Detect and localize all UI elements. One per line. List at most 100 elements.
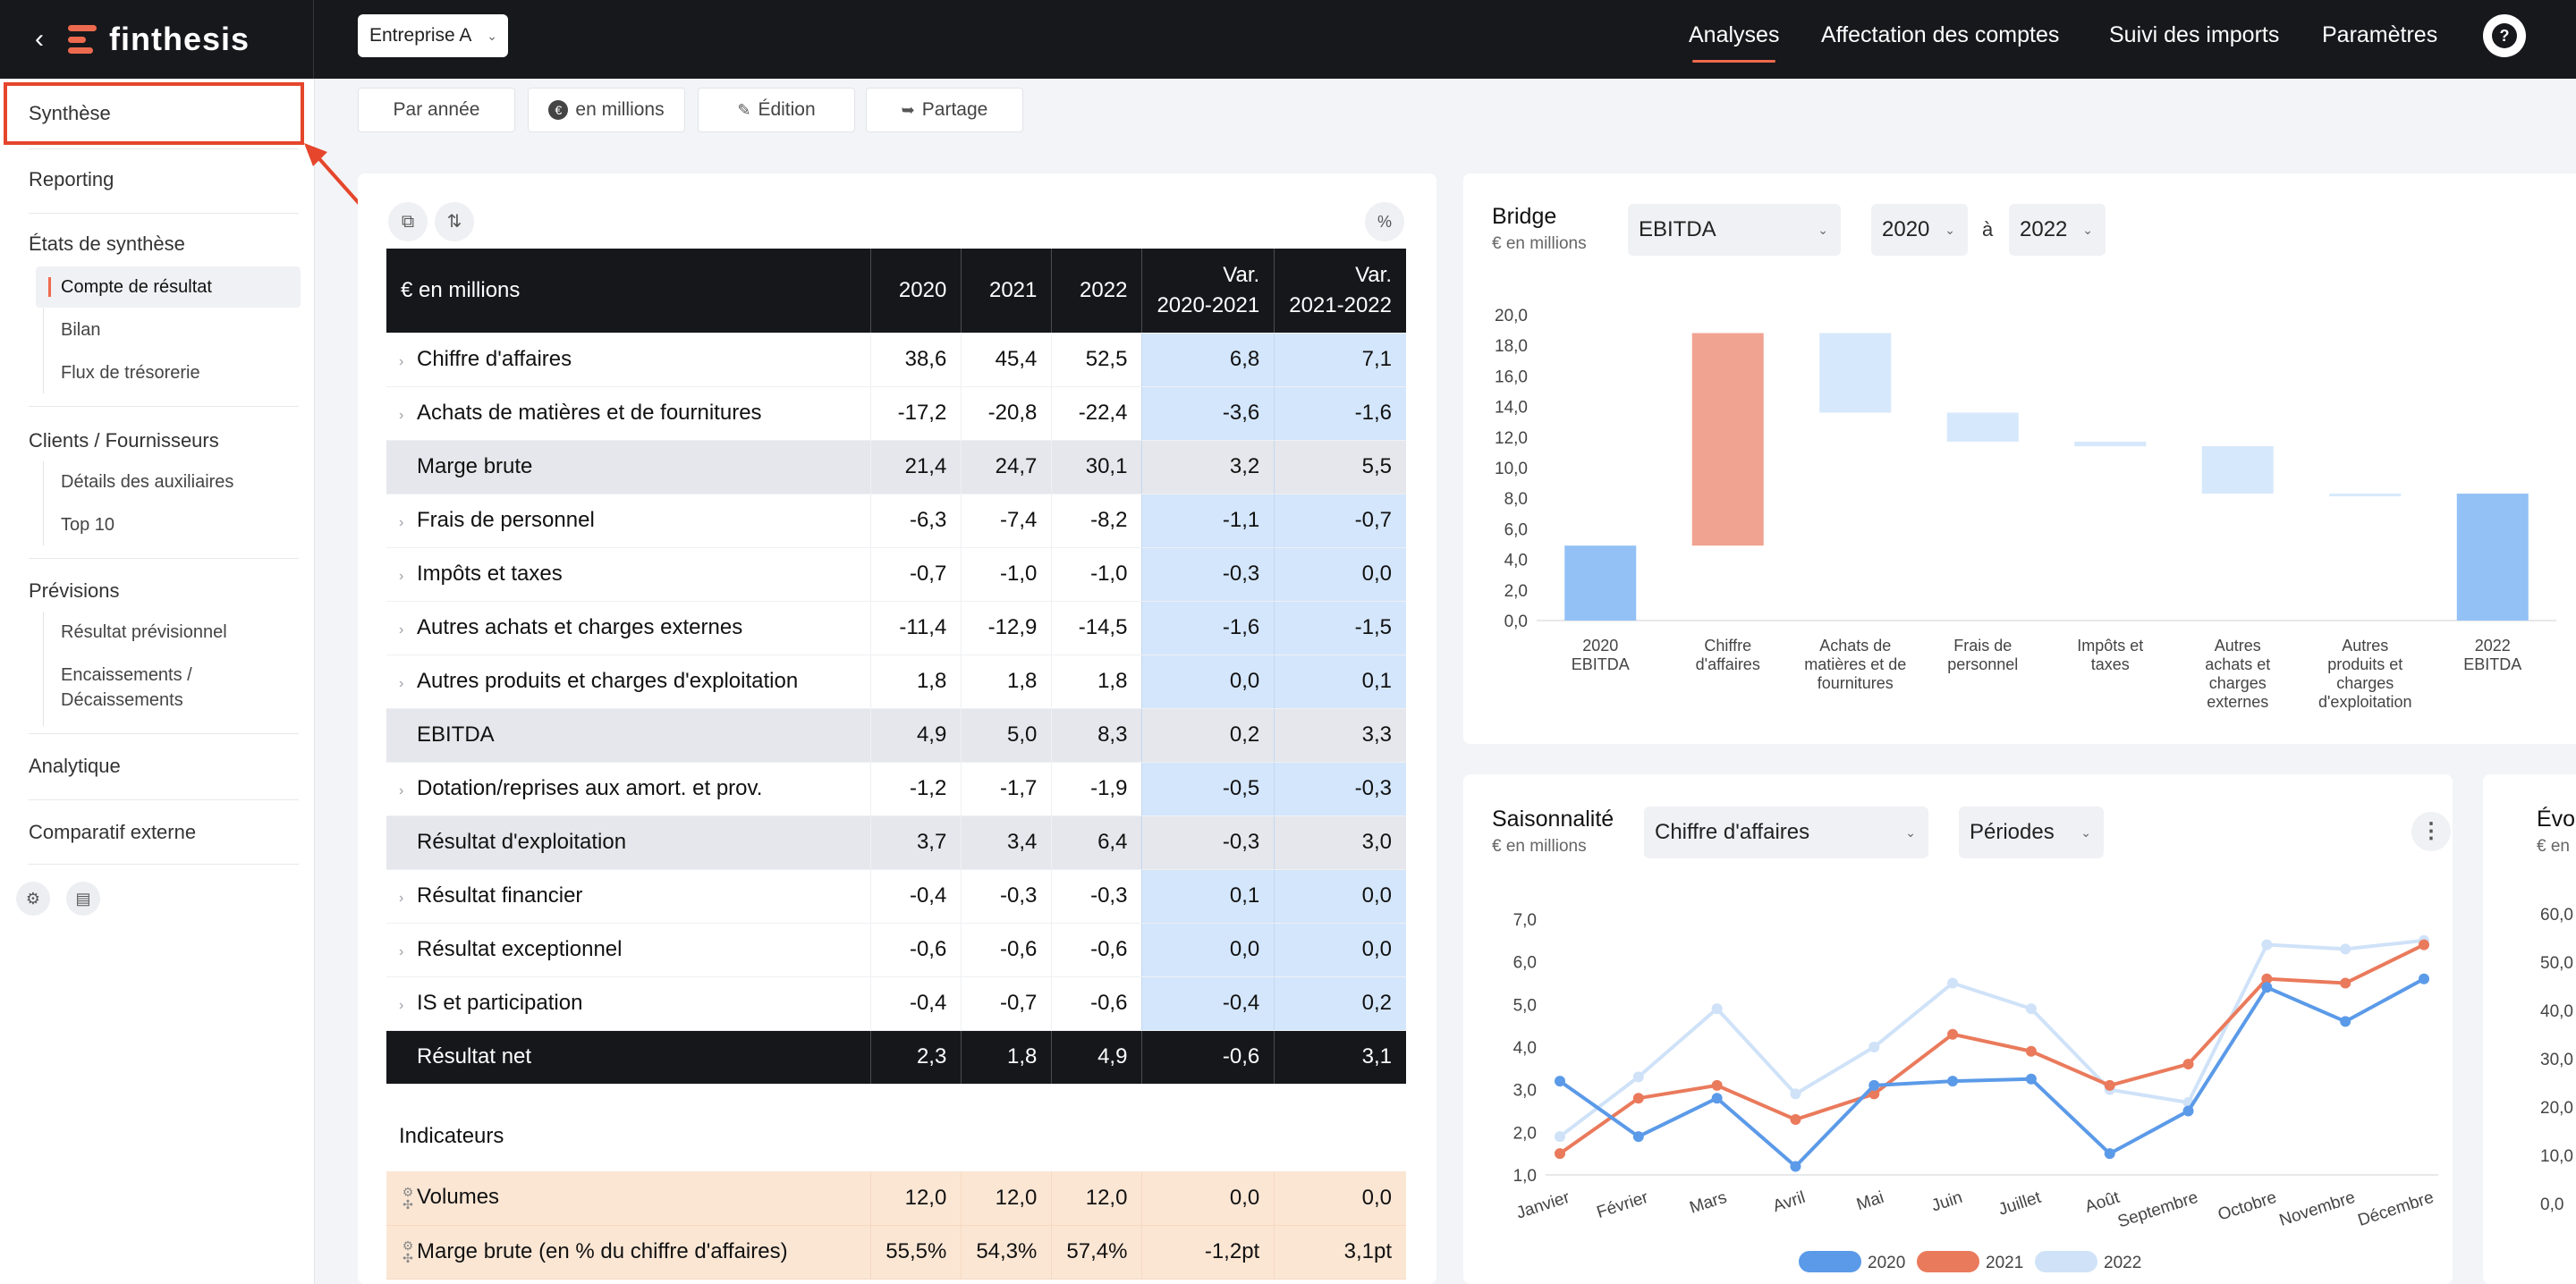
table-row[interactable]: › Impôts et taxes -0,7 -1,0 -1,0 -0,3 0,0 (386, 547, 1406, 602)
table-row[interactable]: › Résultat financier -0,4 -0,3 -0,3 0,1 0,0 (386, 869, 1406, 924)
data-point[interactable] (1790, 1114, 1801, 1126)
sidebar-item-compte-resultat[interactable]: Compte de résultat (61, 277, 212, 298)
sort-icon[interactable]: ⇅ (435, 202, 474, 241)
bridge-from-select[interactable]: 2020 ⌄ (1871, 204, 1968, 256)
expand-chevron-icon[interactable]: › (399, 783, 417, 799)
en-millions-button[interactable]: € en millions (528, 88, 685, 132)
sidebar-section-etats[interactable]: États de synthèse (29, 232, 185, 256)
expand-chevron-icon[interactable]: › (399, 408, 417, 424)
data-point[interactable] (2261, 939, 2273, 950)
sidebar-item-top10[interactable]: Top 10 (61, 515, 114, 536)
data-point[interactable] (1632, 1071, 1644, 1083)
bridge-metric-select[interactable]: EBITDA ⌄ (1628, 204, 1841, 256)
expand-chevron-icon[interactable]: › (399, 676, 417, 692)
sidebar-section-clients[interactable]: Clients / Fournisseurs (29, 429, 219, 452)
copy-icon[interactable]: ⧉ (388, 202, 428, 241)
data-point[interactable] (2340, 1016, 2351, 1027)
data-point[interactable] (2104, 1079, 2115, 1091)
data-point[interactable] (1947, 1028, 1959, 1040)
bridge-bar[interactable] (1819, 333, 1892, 413)
expand-chevron-icon[interactable]: › (399, 944, 417, 960)
par-annee-button[interactable]: Par année (358, 88, 515, 132)
sidebar-item-comparatif[interactable]: Comparatif externe (29, 821, 196, 844)
help-button[interactable]: ? (2483, 14, 2526, 57)
data-point[interactable] (1947, 977, 1959, 989)
seasonality-period-select[interactable]: Périodes ⌄ (1959, 807, 2104, 858)
table-row[interactable]: › Chiffre d'affaires 38,6 45,4 52,5 6,8 7,1 (386, 333, 1406, 387)
drag-gear-icon[interactable]: ⚙ ✣ (399, 1186, 417, 1211)
edition-button[interactable]: ✎ Édition (698, 88, 855, 132)
data-point[interactable] (1632, 1093, 1644, 1104)
table-row[interactable]: Marge brute 21,4 24,7 30,1 3,2 5,5 (386, 440, 1406, 494)
sidebar-item-flux-tresorerie[interactable]: Flux de trésorerie (61, 363, 200, 384)
table-row[interactable]: EBITDA 4,9 5,0 8,3 0,2 3,3 (386, 708, 1406, 763)
series-line-2022[interactable] (1558, 938, 2425, 1138)
seasonality-metric-select[interactable]: Chiffre d'affaires ⌄ (1644, 807, 1928, 858)
sidebar-item-bilan[interactable]: Bilan (61, 320, 100, 341)
partage-button[interactable]: ➥ Partage (866, 88, 1023, 132)
data-point[interactable] (1632, 1131, 1644, 1143)
table-row[interactable]: Résultat d'exploitation 3,7 3,4 6,4 -0,3 3,0 (386, 815, 1406, 870)
data-point[interactable] (2182, 1105, 2194, 1117)
table-row[interactable]: › IS et participation -0,4 -0,7 -0,6 -0,4 0,2 (386, 976, 1406, 1031)
bridge-bar[interactable] (2201, 446, 2274, 494)
data-point[interactable] (1868, 1042, 1880, 1052)
data-point[interactable] (1555, 1148, 1565, 1160)
data-point[interactable] (1555, 1076, 1565, 1087)
data-point[interactable] (2340, 943, 2351, 955)
data-point[interactable] (2419, 973, 2429, 984)
expand-chevron-icon[interactable]: › (399, 998, 417, 1014)
bridge-bar[interactable] (1946, 412, 2019, 442)
more-options-icon[interactable]: ⋮ (2411, 812, 2451, 851)
data-point[interactable] (1711, 1093, 1723, 1104)
table-row[interactable]: › Résultat exceptionnel -0,6 -0,6 -0,6 0,0 0,0 (386, 923, 1406, 977)
nav-analyses[interactable]: Analyses (1689, 0, 1779, 79)
expand-chevron-icon[interactable]: › (399, 354, 417, 370)
table-row[interactable]: › Frais de personnel -6,3 -7,4 -8,2 -1,1 -0,7 (386, 494, 1406, 548)
nav-affectation-comptes[interactable]: Affectation des comptes (1821, 0, 2059, 79)
table-row[interactable]: › Achats de matières et de fournitures -17… (386, 386, 1406, 441)
data-point[interactable] (2340, 977, 2351, 989)
nav-suivi-imports[interactable]: Suivi des imports (2109, 0, 2279, 79)
expand-chevron-icon[interactable]: › (399, 622, 417, 638)
series-line-2021[interactable] (1558, 942, 2425, 1155)
nav-parametres[interactable]: Paramètres (2322, 0, 2437, 79)
sidebar-item-encaissements[interactable]: Encaissements / (61, 665, 192, 686)
sidebar-section-previsions[interactable]: Prévisions (29, 579, 119, 603)
data-point[interactable] (2025, 1073, 2037, 1085)
expand-chevron-icon[interactable]: › (399, 569, 417, 585)
table-row[interactable]: › Autres produits et charges d'exploitati… (386, 655, 1406, 709)
indicator-row[interactable]: ⚙ ✣ Marge brute (en % du chiffre d'affaire… (386, 1225, 1406, 1280)
data-point[interactable] (1790, 1161, 1801, 1172)
data-point[interactable] (2182, 1059, 2194, 1070)
bridge-bar[interactable] (2074, 441, 2147, 447)
bridge-bar[interactable] (1691, 333, 1764, 546)
sidebar-item-decaissements[interactable]: Décaissements (61, 690, 183, 711)
percent-toggle-button[interactable]: % (1365, 202, 1404, 241)
table-row[interactable]: › Autres achats et charges externes -11,4-… (386, 601, 1406, 655)
bridge-bar[interactable] (1564, 545, 1637, 621)
bridge-bar[interactable] (2456, 494, 2529, 621)
data-point[interactable] (1947, 1076, 1959, 1087)
document-icon[interactable]: ▤ (66, 882, 100, 916)
sidebar-item-reporting[interactable]: Reporting (29, 168, 114, 191)
bridge-bar[interactable] (2329, 494, 2402, 497)
sidebar-item-resultat-previsionnel[interactable]: Résultat prévisionnel (61, 622, 227, 643)
sidebar-item-details-auxiliaires[interactable]: Détails des auxiliaires (61, 472, 233, 493)
data-point[interactable] (2419, 939, 2429, 950)
back-arrow-icon[interactable]: ‹ (21, 21, 57, 57)
data-point[interactable] (2104, 1148, 2115, 1160)
expand-chevron-icon[interactable]: › (399, 515, 417, 531)
data-point[interactable] (1868, 1079, 1880, 1091)
settings-gear-icon[interactable]: ⚙ (16, 882, 50, 916)
data-point[interactable] (1790, 1088, 1801, 1100)
sidebar-item-synthese[interactable]: Synthèse (29, 102, 111, 125)
series-line-2020[interactable] (1558, 976, 2425, 1169)
table-row[interactable]: Résultat net 2,3 1,8 4,9 -0,6 3,1 (386, 1030, 1406, 1085)
table-row[interactable]: › Dotation/reprises aux amort. et prov. -1… (386, 762, 1406, 816)
data-point[interactable] (2261, 982, 2273, 993)
data-point[interactable] (1555, 1131, 1565, 1143)
data-point[interactable] (2025, 1003, 2037, 1015)
indicator-row[interactable]: ⚙ ✣ Volumes 12,0 12,0 12,0 0,0 0,0 (386, 1171, 1406, 1226)
company-select[interactable]: Entreprise A ⌄ (358, 14, 508, 57)
